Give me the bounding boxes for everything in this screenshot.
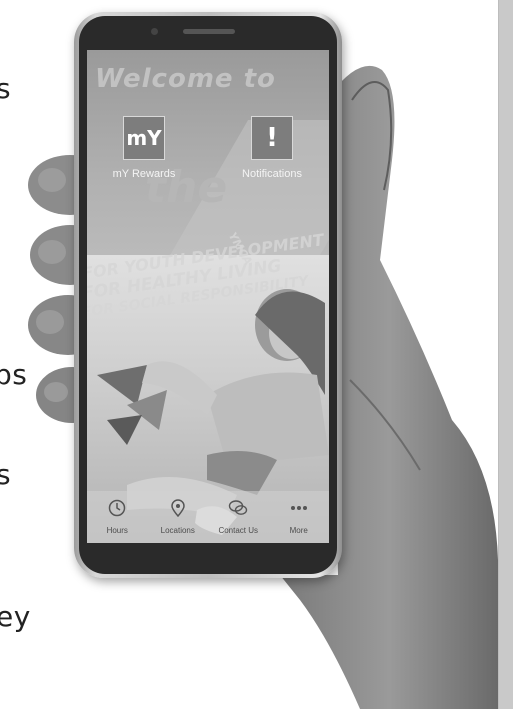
- my-rewards-icon: mY: [123, 116, 165, 160]
- map-pin-icon: [170, 499, 185, 517]
- notifications-label: Notifications: [242, 168, 302, 180]
- earpiece-speaker: [183, 29, 235, 34]
- notifications-icon: !: [251, 116, 293, 160]
- my-rewards-tile[interactable]: mY mY Rewards: [99, 116, 189, 180]
- nav-contact-us[interactable]: Contact Us: [209, 499, 267, 538]
- phone-bezel: Welcome to the mY mY Rewards ! Notificat…: [79, 16, 337, 574]
- clock-icon: [109, 499, 126, 517]
- more-dots-icon: [290, 506, 307, 510]
- my-rewards-label: mY Rewards: [112, 168, 176, 180]
- nav-locations[interactable]: Locations: [149, 499, 207, 538]
- smartphone: Welcome to the mY mY Rewards ! Notificat…: [74, 12, 342, 578]
- nav-hours[interactable]: Hours: [88, 499, 146, 538]
- nav-more-label: More: [289, 526, 308, 535]
- nav-contact-us-label: Contact Us: [218, 526, 259, 535]
- bottom-navigation: Hours Locations Contact Us More: [87, 491, 329, 543]
- chat-bubbles-icon: [229, 500, 248, 515]
- welcome-banner-text: Welcome to: [95, 64, 276, 94]
- nav-more[interactable]: More: [270, 499, 328, 538]
- nav-hours-label: Hours: [106, 526, 128, 535]
- app-screen: Welcome to the mY mY Rewards ! Notificat…: [87, 50, 329, 543]
- notifications-tile[interactable]: ! Notifications: [227, 116, 317, 180]
- nav-locations-label: Locations: [160, 526, 195, 535]
- front-camera: [151, 28, 158, 35]
